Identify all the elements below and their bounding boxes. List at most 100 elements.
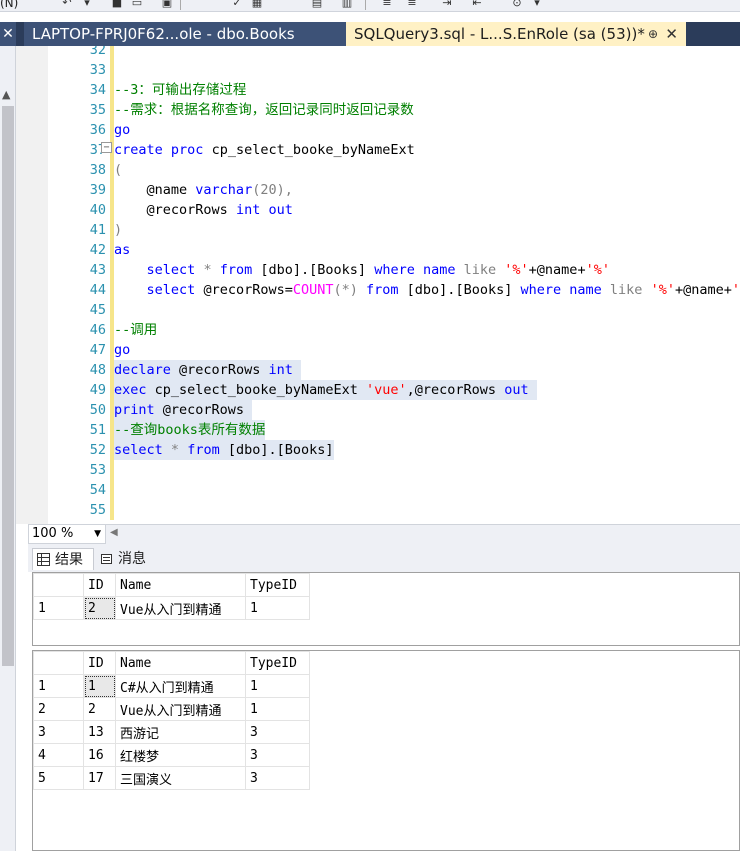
debug-icon[interactable]: ■ <box>110 0 124 9</box>
pin-icon[interactable]: ⊕ <box>648 22 658 46</box>
keyword: select <box>146 282 196 298</box>
identifier: cp_select_booke_byNameExt <box>211 142 415 158</box>
column-header[interactable]: Name <box>115 651 246 675</box>
save-icon[interactable]: ▭ <box>130 0 144 9</box>
keyword: print <box>114 402 155 418</box>
column-header[interactable]: Name <box>115 573 246 597</box>
keyword: from <box>187 442 220 458</box>
keyword: select <box>146 262 196 278</box>
function: COUNT <box>292 282 334 298</box>
chevron-down-icon[interactable]: ▾ <box>530 0 544 9</box>
object-explorer-edge: ▲ <box>0 46 16 851</box>
scroll-up-icon[interactable]: ▲ <box>2 88 10 101</box>
row-header[interactable]: 1 <box>33 596 84 620</box>
tab-label: LAPTOP-FPRJ0F62...ole - dbo.Books <box>32 25 295 43</box>
row-header[interactable]: 1 <box>33 674 84 698</box>
results-grid-icon[interactable]: ▦ <box>250 0 264 9</box>
code-line-52: select * from [dbo].[Books] <box>114 440 334 460</box>
tab-messages[interactable]: 消息 <box>96 548 154 570</box>
line-number: 34 <box>89 82 106 98</box>
outdent-icon[interactable]: ⇤ <box>470 0 484 9</box>
code-line-38: ( <box>114 162 123 178</box>
ssms-window: (N) ↶ ▾ ■ ▭ ▣ ✓ ▦ ▤ ▥ ≡ ≡ ⇥ ⇤ ⊙ ▾ ✕ LAPT… <box>0 0 740 851</box>
cell[interactable]: 1 <box>245 596 310 620</box>
column-header[interactable]: ID <box>83 573 116 597</box>
cell[interactable]: 1 <box>245 674 310 698</box>
cell[interactable]: C#从入门到精通 <box>115 674 246 698</box>
keyword: proc <box>170 142 204 158</box>
comment-icon[interactable]: ≡ <box>380 0 394 9</box>
undo-icon[interactable]: ↶ <box>60 0 74 9</box>
line-number: 42 <box>89 242 106 258</box>
cell[interactable]: 3 <box>245 720 310 744</box>
row-header[interactable]: 2 <box>33 697 84 721</box>
parse-icon[interactable]: ▣ <box>160 0 174 9</box>
toolbar: (N) ↶ ▾ ■ ▭ ▣ ✓ ▦ ▤ ▥ ≡ ≡ ⇥ ⇤ ⊙ ▾ <box>0 0 740 12</box>
row-header-corner[interactable] <box>33 651 84 675</box>
cell[interactable]: 16 <box>83 743 116 767</box>
grid-icon <box>37 553 50 566</box>
identifier: @name <box>146 182 188 198</box>
tab-books-table[interactable]: LAPTOP-FPRJ0F62...ole - dbo.Books <box>24 22 346 46</box>
table-row: 5 17 三国演义 3 <box>33 766 310 790</box>
cell[interactable]: 2 <box>83 697 116 721</box>
cell[interactable]: 1 <box>83 674 116 698</box>
scroll-left-icon[interactable]: ◀ <box>110 527 118 538</box>
tab-results[interactable]: 结果 <box>32 548 94 570</box>
header-row: ID Name TypeID <box>33 651 310 675</box>
code-line-50: print @recorRows <box>114 400 253 420</box>
results-file-icon[interactable]: ▥ <box>340 0 354 9</box>
code-line-40: @recorRows int out <box>114 200 293 220</box>
identifier: @recorRows <box>162 402 245 418</box>
code-line-46: --调用 <box>114 322 158 338</box>
cell[interactable]: 三国演义 <box>115 766 246 790</box>
check-icon[interactable]: ✓ <box>230 0 244 9</box>
code-line-48: declare @recorRows int <box>114 360 301 380</box>
string: '%' <box>504 262 529 278</box>
close-icon[interactable]: ✕ <box>665 22 678 46</box>
cell[interactable]: 13 <box>83 720 116 744</box>
string: '%' <box>650 282 675 298</box>
column-header[interactable]: TypeID <box>245 651 310 675</box>
cell[interactable]: 1 <box>245 697 310 721</box>
outline-collapse-icon[interactable]: − <box>101 142 112 153</box>
run-icon[interactable]: ▾ <box>80 0 94 9</box>
result-grid-2[interactable]: ID Name TypeID 1 1 C#从入门到精通 1 2 2 Vue从入门… <box>32 650 740 851</box>
tab-sqlquery3[interactable]: SQLQuery3.sql - L...S.EnRole (sa (53))* … <box>346 22 686 46</box>
identifier: [dbo].[Books] <box>406 282 513 298</box>
identifier: cp_select_booke_byNameExt <box>154 382 358 398</box>
cell[interactable]: 17 <box>83 766 116 790</box>
cell[interactable]: 2 <box>83 596 116 620</box>
results-text-icon[interactable]: ▤ <box>310 0 324 9</box>
row-header[interactable]: 5 <box>33 766 84 790</box>
row-header[interactable]: 3 <box>33 720 84 744</box>
code-line-44: select @recorRows=COUNT(*) from [dbo].[B… <box>114 280 740 300</box>
cell[interactable]: Vue从入门到精通 <box>115 697 246 721</box>
cell[interactable]: 3 <box>245 766 310 790</box>
scrollbar-thumb[interactable] <box>2 106 14 666</box>
line-number: 52 <box>89 442 106 458</box>
cell[interactable]: Vue从入门到精通 <box>115 596 246 620</box>
chevron-down-icon: ▼ <box>94 529 101 539</box>
identifier: @recorRows <box>179 362 261 378</box>
specify-values-icon[interactable]: ⊙ <box>510 0 524 9</box>
sql-editor[interactable]: 32 33 34 35 36 37 38 39 40 41 42 43 44 4… <box>16 46 740 524</box>
tab-label: SQLQuery3.sql - L...S.EnRole (sa (53))* <box>354 25 645 43</box>
row-header-corner[interactable] <box>33 573 84 597</box>
code-line-39: @name varchar(20), <box>114 180 293 200</box>
table-row: 2 2 Vue从入门到精通 1 <box>33 697 310 721</box>
toolbar-partial-label: (N) <box>0 0 19 10</box>
column-header[interactable]: TypeID <box>245 573 310 597</box>
indent-icon[interactable]: ⇥ <box>440 0 454 9</box>
line-number: 39 <box>89 182 106 198</box>
cell[interactable]: 西游记 <box>115 720 246 744</box>
uncomment-icon[interactable]: ≡ <box>405 0 419 9</box>
zoom-select[interactable]: 100 % ▼ <box>28 524 106 544</box>
close-icon[interactable]: ✕ <box>0 22 16 46</box>
result-grid-1[interactable]: ID Name TypeID 1 2 Vue从入门到精通 1 <box>32 572 740 646</box>
cell[interactable]: 3 <box>245 743 310 767</box>
cell[interactable]: 红楼梦 <box>115 743 246 767</box>
column-header[interactable]: ID <box>83 651 116 675</box>
row-header[interactable]: 4 <box>33 743 84 767</box>
tab-results-label: 结果 <box>55 552 83 568</box>
